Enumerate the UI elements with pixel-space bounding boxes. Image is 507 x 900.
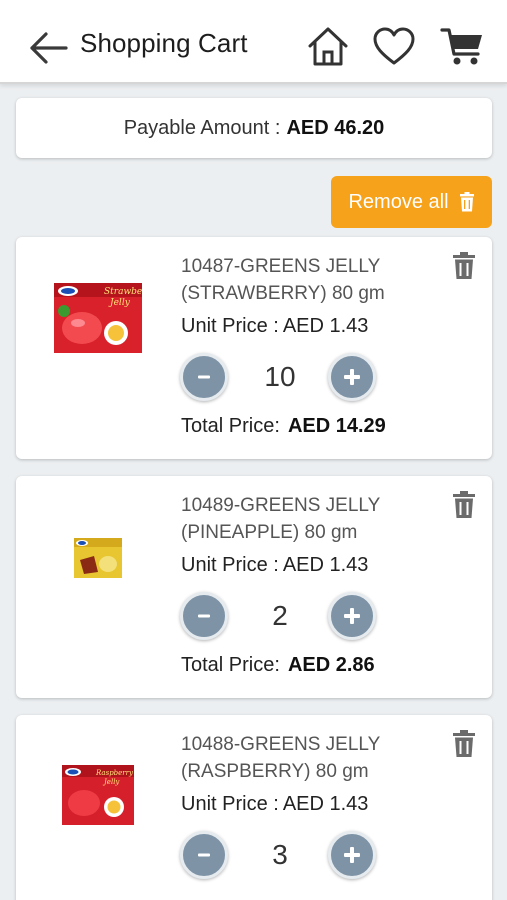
total-price: Total Price: AED 14.29 bbox=[181, 415, 386, 438]
remove-all-button[interactable]: Remove all bbox=[331, 176, 492, 228]
wishlist-button[interactable] bbox=[370, 22, 418, 70]
unit-price: Unit Price : AED 1.43 bbox=[181, 793, 368, 816]
decrease-quantity-button[interactable] bbox=[180, 353, 228, 401]
trash-icon bbox=[459, 192, 474, 212]
decrease-quantity-button[interactable] bbox=[180, 831, 228, 879]
plus-icon bbox=[344, 847, 360, 863]
quantity-value: 2 bbox=[272, 600, 288, 631]
payable-amount-card: Payable Amount : AED 46.20 bbox=[16, 98, 492, 158]
quantity-value: 3 bbox=[272, 839, 288, 870]
page-title: Shopping Cart bbox=[80, 28, 248, 58]
unit-price-value: AED 1.43 bbox=[282, 315, 369, 337]
quantity-stepper: 3 bbox=[180, 831, 380, 885]
total-price-label: Total Price: bbox=[181, 654, 280, 676]
home-icon bbox=[308, 27, 348, 66]
minus-icon bbox=[198, 853, 210, 857]
unit-price-label: Unit Price : bbox=[181, 315, 279, 337]
unit-price: Unit Price : AED 1.43 bbox=[181, 554, 368, 577]
payable-label: Payable Amount : bbox=[123, 116, 281, 139]
cart-button[interactable] bbox=[438, 22, 486, 70]
svg-text:Jelly: Jelly bbox=[108, 298, 131, 308]
quantity-stepper: 10 bbox=[180, 353, 380, 407]
plus-icon bbox=[344, 369, 360, 385]
trash-icon bbox=[453, 252, 475, 279]
svg-text:Strawberry: Strawberry bbox=[104, 287, 142, 297]
total-price-label: Total Price: bbox=[181, 415, 280, 437]
decrease-quantity-button[interactable] bbox=[180, 592, 228, 640]
svg-text:Jelly: Jelly bbox=[102, 778, 120, 786]
trash-icon bbox=[453, 730, 475, 757]
delete-item-button[interactable] bbox=[450, 729, 478, 759]
minus-icon bbox=[198, 375, 210, 379]
plus-icon bbox=[344, 608, 360, 624]
unit-price-value: AED 1.43 bbox=[282, 793, 369, 815]
product-image[interactable]: Raspberry Jelly bbox=[62, 765, 134, 825]
unit-price: Unit Price : AED 1.43 bbox=[181, 315, 368, 338]
back-button[interactable] bbox=[24, 26, 72, 70]
app-header: Shopping Cart bbox=[0, 0, 507, 84]
payable-value: AED 46.20 bbox=[286, 116, 385, 139]
total-price-value: AED 2.86 bbox=[287, 654, 375, 676]
unit-price-label: Unit Price : bbox=[181, 554, 279, 576]
delete-item-button[interactable] bbox=[450, 251, 478, 281]
trash-icon bbox=[453, 491, 475, 518]
product-image[interactable]: Strawberry Jelly bbox=[54, 283, 157, 353]
unit-price-value: AED 1.43 bbox=[282, 554, 369, 576]
increase-quantity-button[interactable] bbox=[328, 831, 376, 879]
cart-icon bbox=[440, 28, 482, 65]
heart-icon bbox=[373, 27, 415, 65]
total-price: Total Price: AED 2.86 bbox=[181, 654, 375, 677]
product-name: 10487-GREENS JELLY (STRAWBERRY) 80 gm bbox=[181, 256, 385, 304]
cart-item: 10489-GREENS JELLY (PINEAPPLE) 80 gm Uni… bbox=[16, 476, 492, 698]
increase-quantity-button[interactable] bbox=[328, 353, 376, 401]
quantity-value: 10 bbox=[264, 361, 296, 392]
quantity-stepper: 2 bbox=[180, 592, 380, 646]
home-button[interactable] bbox=[304, 22, 352, 70]
total-price-value: AED 14.29 bbox=[287, 415, 386, 437]
back-arrow-icon bbox=[30, 32, 68, 64]
cart-item: Strawberry Jelly 10487-GREENS JELLY (STR… bbox=[16, 237, 492, 459]
minus-icon bbox=[198, 614, 210, 618]
delete-item-button[interactable] bbox=[450, 490, 478, 520]
product-image[interactable] bbox=[74, 538, 122, 578]
remove-all-label: Remove all bbox=[348, 190, 449, 213]
unit-price-label: Unit Price : bbox=[181, 793, 279, 815]
increase-quantity-button[interactable] bbox=[328, 592, 376, 640]
product-name: 10489-GREENS JELLY (PINEAPPLE) 80 gm bbox=[181, 495, 380, 543]
product-name: 10488-GREENS JELLY (RASPBERRY) 80 gm bbox=[181, 734, 380, 782]
svg-text:Raspberry: Raspberry bbox=[95, 769, 134, 777]
cart-item: Raspberry Jelly 10488-GREENS JELLY (RASP… bbox=[16, 715, 492, 900]
